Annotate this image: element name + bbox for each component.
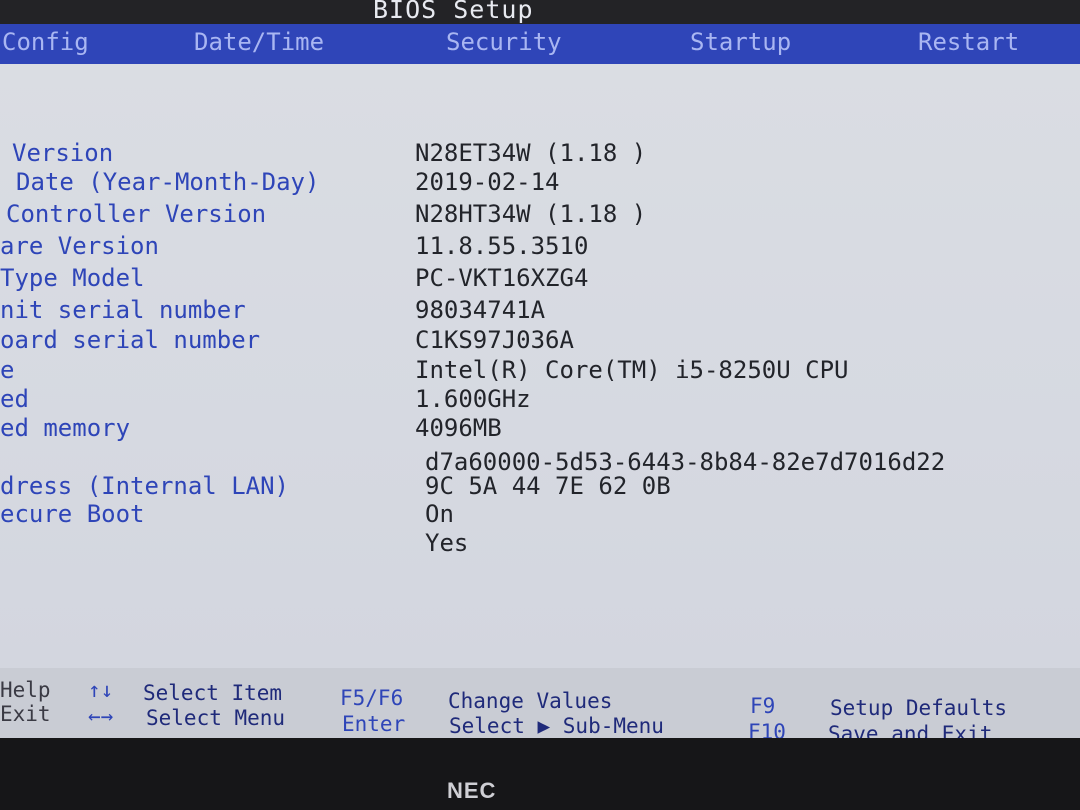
- info-value: 4096MB: [415, 414, 502, 442]
- info-label: Type Model: [0, 264, 145, 292]
- title-bar: BIOS Setup: [0, 0, 1080, 24]
- bios-title: BIOS Setup: [373, 0, 534, 24]
- system-info-panel: Version N28ET34W (1.18 ) Date (Year-Mont…: [0, 64, 1080, 668]
- arrow-leftright-icon: ←→: [88, 704, 114, 728]
- info-label: oard serial number: [0, 326, 261, 354]
- info-label: Controller Version: [6, 200, 267, 228]
- info-label: e: [0, 356, 15, 384]
- key-help-footer: Help Exit ↑↓ ←→ Select Item Select Menu …: [0, 668, 1080, 746]
- help-key-label: Help: [0, 678, 51, 702]
- info-value: 2019-02-14: [415, 168, 560, 196]
- info-value: 98034741A: [415, 296, 546, 324]
- tab-config[interactable]: Config: [2, 28, 89, 56]
- info-label: ed memory: [0, 414, 131, 442]
- tab-date-time[interactable]: Date/Time: [194, 28, 324, 56]
- f5-f6-key: F5/F6: [340, 686, 404, 710]
- select-menu-hint: Select Menu: [146, 706, 286, 730]
- change-values-hint: Change Values: [448, 689, 613, 713]
- info-label: are Version: [0, 232, 159, 260]
- arrow-updown-icon: ↑↓: [88, 678, 114, 702]
- info-label: dress (Internal LAN): [0, 472, 289, 500]
- bios-screen: BIOS Setup Config Date/Time Security Sta…: [0, 0, 1080, 760]
- info-value: C1KS97J036A: [415, 326, 574, 354]
- info-value: PC-VKT16XZG4: [415, 264, 589, 292]
- exit-key-label: Exit: [0, 702, 51, 726]
- info-label: ecure Boot: [0, 500, 145, 528]
- info-value: 9C 5A 44 7E 62 0B: [425, 472, 671, 500]
- setup-defaults-hint: Setup Defaults: [830, 696, 1008, 720]
- info-value: On: [425, 500, 454, 528]
- f9-key: F9: [750, 694, 776, 718]
- info-value: Intel(R) Core(TM) i5-8250U CPU: [415, 356, 849, 384]
- info-label: ed: [0, 385, 29, 413]
- info-value: 1.600GHz: [415, 385, 531, 413]
- info-value: Yes: [425, 529, 469, 557]
- tab-startup[interactable]: Startup: [690, 28, 791, 56]
- select-submenu-hint: Select ▶ Sub-Menu: [449, 714, 664, 738]
- menu-tabs: Config Date/Time Security Startup Restar…: [0, 24, 1080, 64]
- info-value: 11.8.55.3510: [415, 232, 589, 260]
- nec-logo: NEC: [447, 778, 497, 803]
- info-label: nit serial number: [0, 296, 246, 324]
- info-label: Version: [12, 139, 114, 167]
- select-item-hint: Select Item: [143, 681, 283, 705]
- info-value: N28HT34W (1.18 ): [415, 200, 647, 228]
- enter-key: Enter: [342, 712, 406, 736]
- tab-restart[interactable]: Restart: [918, 28, 1019, 56]
- monitor-bezel: [0, 738, 1080, 810]
- info-label: Date (Year-Month-Day): [16, 168, 320, 196]
- tab-security[interactable]: Security: [446, 28, 562, 56]
- info-value: N28ET34W (1.18 ): [415, 139, 647, 167]
